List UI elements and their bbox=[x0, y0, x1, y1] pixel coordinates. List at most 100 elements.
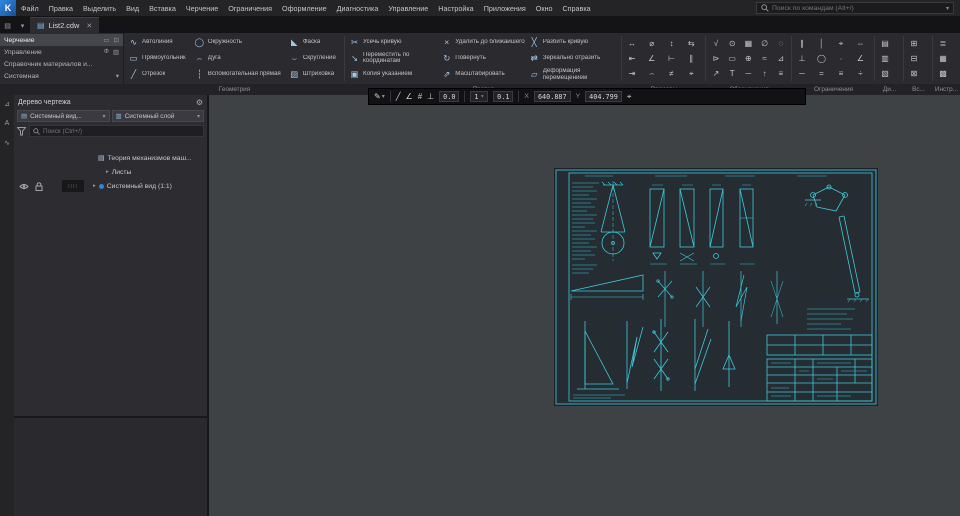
icon-table[interactable]: ▦ bbox=[740, 36, 756, 51]
drawing-sheet[interactable] bbox=[555, 169, 877, 405]
current-view-combo[interactable]: ▤ Системный вид... ▾ bbox=[17, 110, 110, 122]
menu-item[interactable]: Окно bbox=[531, 4, 558, 13]
tool-mirror[interactable]: ⇄Зеркально отразить bbox=[527, 50, 619, 66]
icon-centerline[interactable]: ─ bbox=[740, 66, 756, 81]
icon-section-arrow[interactable]: ⊿ bbox=[773, 51, 789, 66]
folder-icon[interactable]: ▭ bbox=[103, 36, 109, 44]
properties-panel-icon[interactable]: ⊿ bbox=[4, 100, 10, 108]
ortho-icon[interactable]: ⊥ bbox=[427, 92, 434, 101]
tree-search-input[interactable] bbox=[43, 128, 200, 135]
tool-segment[interactable]: ╱Отрезок bbox=[126, 67, 192, 83]
expander-icon[interactable]: ▸ bbox=[106, 169, 109, 175]
icon-vertical-constraint[interactable]: │ bbox=[814, 36, 830, 51]
icon-datum[interactable]: ⊳ bbox=[708, 51, 724, 66]
icon-diameter-sign[interactable]: ∅ bbox=[757, 36, 773, 51]
tree-search[interactable] bbox=[29, 125, 204, 137]
icon-tolerance-frame[interactable]: ▭ bbox=[724, 51, 740, 66]
icon-symmetric-constraint[interactable]: ⇔ bbox=[853, 36, 869, 51]
tool-hatch[interactable]: ▨Штриховка bbox=[287, 67, 342, 83]
icon-fix-constraint[interactable]: ⌖ bbox=[833, 36, 849, 51]
icon-midpoint-constraint[interactable]: ÷ bbox=[853, 66, 869, 81]
icon-wavy-line[interactable]: ≈ bbox=[757, 51, 773, 66]
icon-angle-constraint[interactable]: ∠ bbox=[853, 51, 869, 66]
y-coordinate-field[interactable]: 404.799 bbox=[585, 91, 622, 102]
gear-icon[interactable]: ⚙ bbox=[196, 98, 203, 107]
expander-icon[interactable]: ▸ bbox=[93, 183, 96, 189]
group-label-insert[interactable]: Вс... bbox=[904, 86, 933, 93]
icon-diametral-dimension[interactable]: ⌀ bbox=[644, 36, 660, 51]
scale-combo[interactable]: 1▾ bbox=[470, 91, 488, 102]
icon-parallel-dimension[interactable]: ∥ bbox=[683, 51, 699, 66]
icon-linear-dimension[interactable]: ⇤ bbox=[624, 51, 640, 66]
menu-item[interactable]: Вставка bbox=[144, 4, 181, 13]
cursor-step-field[interactable]: 0.0 bbox=[439, 91, 459, 102]
menu-item[interactable]: Справка bbox=[557, 4, 595, 13]
icon-perpendicular-constraint[interactable]: ⊥ bbox=[794, 51, 810, 66]
icon-equal-constraint[interactable]: = bbox=[814, 66, 830, 81]
tab-list-chevron-icon[interactable]: ▾ bbox=[15, 18, 30, 33]
ribbon-tab-system[interactable]: Системная ▾ bbox=[0, 70, 123, 82]
grid-icon[interactable]: # bbox=[418, 92, 422, 101]
document-tab[interactable]: ▤ List2.cdw ✕ bbox=[30, 17, 99, 33]
line-style-icon[interactable]: ╱ bbox=[396, 92, 401, 101]
tool-rectangle[interactable]: ▭Прямоугольник bbox=[126, 50, 192, 66]
tool-chamfer[interactable]: ◣Фаска bbox=[287, 34, 342, 50]
tree-item-system-view[interactable]: ∷∷ ▸ Системный вид (1:1) bbox=[14, 179, 207, 193]
icon-auto-dimension[interactable]: ↔ bbox=[624, 36, 640, 51]
tool-arc[interactable]: ⌢Дуга bbox=[192, 50, 287, 66]
snap-icon[interactable]: ∠ bbox=[406, 92, 413, 101]
group-label-instruments[interactable]: Инстр... bbox=[933, 86, 960, 93]
drag-grip[interactable]: ∷∷ bbox=[62, 180, 84, 192]
rounding-field[interactable]: 0.1 bbox=[493, 91, 513, 102]
icon-leader[interactable]: ↗ bbox=[708, 66, 724, 81]
book-icon[interactable]: ▥ bbox=[113, 48, 119, 56]
filter-funnel-icon[interactable] bbox=[17, 127, 26, 136]
tool-split-curve[interactable]: ╳Разбить кривую bbox=[527, 34, 619, 50]
icon-position-leader[interactable]: ⊙ bbox=[724, 36, 740, 51]
ribbon-tab-drawing[interactable]: Черчение ▭⊡ bbox=[0, 34, 123, 46]
menu-item[interactable]: Ограничения bbox=[223, 4, 277, 13]
icon-view-arrow[interactable]: ↑ bbox=[757, 66, 773, 81]
menu-item[interactable]: Настройка bbox=[433, 4, 478, 13]
menu-item[interactable]: Вид bbox=[121, 4, 144, 13]
group-label-geometry[interactable]: Геометрия bbox=[124, 86, 345, 93]
tool-trim-curve[interactable]: ✂Усечь кривую bbox=[347, 34, 439, 50]
drawing-canvas[interactable] bbox=[211, 95, 960, 516]
icon-tools-3[interactable]: ▩ bbox=[935, 66, 951, 81]
icon-tangent-constraint[interactable]: ◯ bbox=[814, 51, 830, 66]
kompas-logo-icon[interactable]: K bbox=[0, 0, 16, 16]
crosshair-icon[interactable]: ⌖ bbox=[627, 92, 632, 102]
x-coordinate-field[interactable]: 640.887 bbox=[534, 91, 571, 102]
menu-item[interactable]: Правка bbox=[44, 4, 78, 13]
icon-collinear-constraint[interactable]: ≡ bbox=[833, 66, 849, 81]
tool-copy-by-point[interactable]: ▣Копия указанием bbox=[347, 67, 439, 83]
tool-autoline[interactable]: ∿Автолиния bbox=[126, 34, 192, 50]
icon-base-dimension[interactable]: ⇆ bbox=[683, 36, 699, 51]
icon-roughness[interactable]: √ bbox=[708, 36, 724, 51]
icon-diagnostics-3[interactable]: ▧ bbox=[877, 66, 893, 81]
icon-insert-1[interactable]: ⊞ bbox=[906, 36, 922, 51]
measure-panel-icon[interactable]: ∿ bbox=[4, 139, 10, 147]
menu-item[interactable]: Оформление bbox=[277, 4, 332, 13]
tool-scale[interactable]: ⇗Масштабировать bbox=[439, 67, 526, 83]
style-pencil-button[interactable]: ✎▾ bbox=[374, 92, 385, 101]
icon-ordinate-dimension[interactable]: ⊢ bbox=[664, 51, 680, 66]
tree-item-sheets[interactable]: ▸ Листы bbox=[14, 165, 207, 179]
icon-center-mark[interactable]: ⊕ bbox=[740, 51, 756, 66]
menu-item[interactable]: Приложения bbox=[479, 4, 531, 13]
ribbon-tab-materials[interactable]: Справочник материалов и... bbox=[0, 58, 123, 70]
icon-diagnostics-2[interactable]: ▥ bbox=[877, 51, 893, 66]
lock-icon[interactable] bbox=[33, 182, 45, 191]
icon-circle-dashed[interactable]: ◌ bbox=[773, 36, 789, 51]
tool-construction-line[interactable]: ┆Вспомогательная прямая bbox=[192, 67, 287, 83]
menu-item[interactable]: Файл bbox=[16, 4, 44, 13]
command-search-input[interactable] bbox=[772, 5, 943, 12]
visibility-eye-icon[interactable] bbox=[18, 183, 30, 190]
icon-parallel-constraint[interactable]: ∥ bbox=[794, 36, 810, 51]
icon-horizontal-constraint[interactable]: ─ bbox=[794, 66, 810, 81]
close-tab-icon[interactable]: ✕ bbox=[86, 22, 92, 30]
icon-angular-dimension[interactable]: ∠ bbox=[644, 51, 660, 66]
tool-fillet[interactable]: ⌣Скругление bbox=[287, 50, 342, 66]
command-search[interactable]: ▾ bbox=[756, 2, 954, 14]
chevron-down-icon[interactable]: ▾ bbox=[946, 5, 949, 12]
